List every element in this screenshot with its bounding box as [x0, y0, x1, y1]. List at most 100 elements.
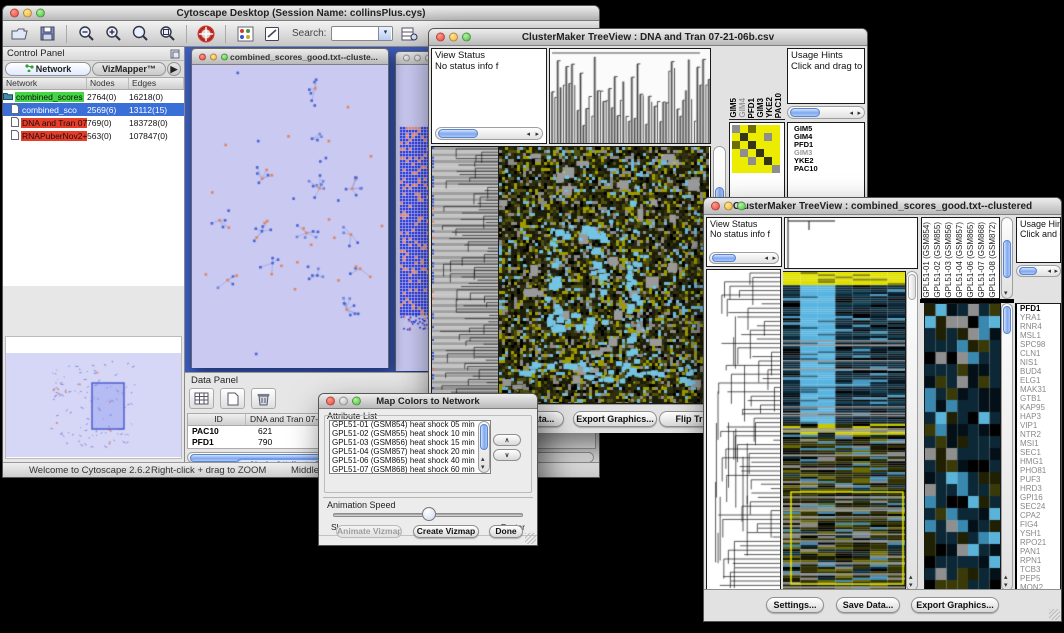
birdseye-view[interactable] [5, 336, 182, 459]
scrollbar-thumb[interactable] [438, 129, 478, 138]
close-button[interactable] [326, 397, 335, 406]
zoom-button[interactable] [462, 33, 471, 42]
matrix-cell[interactable] [748, 165, 756, 173]
scrollbar-thumb[interactable] [908, 274, 916, 300]
matrix-cell[interactable] [756, 157, 764, 165]
treeview-button-settings---[interactable]: Settings... [766, 597, 824, 613]
open-file-button[interactable] [9, 24, 31, 44]
matrix-cell[interactable] [748, 125, 756, 133]
matrix-cell[interactable] [732, 141, 740, 149]
scroll-right-icon[interactable]: ▸ [857, 110, 861, 117]
annotation-button[interactable] [261, 24, 283, 44]
matrix-cell[interactable] [772, 125, 780, 133]
matrix-cell[interactable] [764, 133, 772, 141]
zoom-button[interactable] [221, 53, 228, 60]
network-view-window[interactable]: combined_scores_good.txt--cluste... [191, 48, 389, 368]
scroll-right-icon[interactable]: ▸ [1054, 268, 1058, 275]
scroll-right-icon[interactable]: ▸ [772, 255, 776, 262]
network-name-cell[interactable]: combined_sco [3, 104, 87, 116]
heatmap-global[interactable] [499, 146, 711, 404]
scrollbar-thumb[interactable] [1003, 240, 1011, 278]
network-table-row[interactable]: DNA and Tran 07769(0)183728(0) [3, 116, 184, 129]
matrix-cell[interactable] [764, 157, 772, 165]
scroll-down-icon[interactable]: ▾ [481, 464, 485, 471]
help-button[interactable] [195, 24, 217, 44]
move-up-button[interactable]: ∧ [493, 434, 521, 446]
matrix-cell[interactable] [764, 141, 772, 149]
usage-hints-hscrollbar[interactable]: ◂ ▸ [1016, 265, 1061, 277]
matrix-cell[interactable] [748, 141, 756, 149]
scrollbar-thumb[interactable] [1003, 306, 1011, 334]
matrix-cell[interactable] [740, 157, 748, 165]
zoom-out-button[interactable] [75, 24, 97, 44]
tab-network[interactable]: Network [5, 62, 91, 76]
matrix-cell[interactable] [756, 141, 764, 149]
birdseye-canvas[interactable] [6, 353, 181, 457]
zoom-button[interactable] [36, 9, 45, 18]
scroll-left-icon[interactable]: ◂ [764, 255, 768, 262]
treeview-combined-titlebar[interactable]: ClusterMaker TreeView : combined_scores_… [704, 198, 1061, 215]
node-attributes-button[interactable] [234, 24, 256, 44]
scroll-left-icon[interactable]: ◂ [849, 110, 853, 117]
network-table-row[interactable]: RNAPuberNov2+563(0)107847(0) [3, 129, 184, 142]
scroll-left-icon[interactable]: ◂ [1047, 268, 1051, 275]
zoom-in-button[interactable] [102, 24, 124, 44]
matrix-cell[interactable] [732, 133, 740, 141]
minimize-button[interactable] [449, 33, 458, 42]
done-button[interactable]: Done [489, 525, 523, 538]
usage-hints-hscrollbar[interactable]: ◂ ▸ [787, 106, 865, 119]
matrix-cell[interactable] [740, 149, 748, 157]
view-status-hscrollbar[interactable]: ◂ ▸ [435, 127, 543, 140]
resize-grip[interactable] [525, 533, 536, 544]
move-down-button[interactable]: ∨ [493, 449, 521, 461]
matrix-cell[interactable] [748, 157, 756, 165]
scroll-right-icon[interactable]: ▸ [535, 131, 539, 138]
treeview-button-save-data---[interactable]: Save Data... [836, 597, 900, 613]
treeview-button-export-graphics---[interactable]: Export Graphics... [911, 597, 999, 613]
matrix-cell[interactable] [764, 165, 772, 173]
network-name-cell[interactable]: combined_scores [3, 92, 87, 102]
new-attribute-button[interactable] [220, 388, 245, 409]
matrix-cell[interactable] [748, 133, 756, 141]
view-status-hscrollbar[interactable]: ◂ ▸ [709, 252, 779, 264]
close-button[interactable] [436, 33, 445, 42]
float-panel-button[interactable] [170, 49, 180, 62]
matrix-cell[interactable] [772, 157, 780, 165]
scrollbar-thumb[interactable] [1019, 267, 1037, 275]
speed-slider-thumb[interactable] [422, 507, 436, 521]
minimize-button[interactable] [23, 9, 32, 18]
matrix-cell[interactable] [740, 141, 748, 149]
close-button[interactable] [711, 202, 720, 211]
zoom-selected-button[interactable] [156, 24, 178, 44]
row-dendrogram[interactable] [431, 146, 499, 404]
scroll-down-icon[interactable]: ▾ [1004, 582, 1008, 589]
matrix-cell[interactable] [740, 133, 748, 141]
heatmap-vscrollbar[interactable]: ▴ ▾ [906, 271, 918, 591]
delete-attribute-button[interactable] [251, 388, 276, 409]
search-input[interactable]: ▾ [331, 26, 393, 41]
heatmap-global[interactable] [783, 271, 906, 591]
scroll-up-icon[interactable]: ▴ [1004, 574, 1008, 581]
scrollbar-thumb[interactable] [790, 108, 820, 117]
close-button[interactable] [403, 55, 410, 62]
matrix-cell[interactable] [732, 157, 740, 165]
select-attributes-button[interactable] [189, 388, 214, 409]
matrix-cell[interactable] [748, 149, 756, 157]
column-dendrogram[interactable] [549, 48, 711, 144]
map-colors-titlebar[interactable]: Map Colors to Network [319, 394, 537, 409]
column-dendrogram[interactable] [784, 217, 918, 269]
matrix-cell[interactable] [732, 165, 740, 173]
attribute-list[interactable]: GPL51-01 (GSM854) heat shock 05 minGPL51… [329, 420, 491, 474]
matrix-cell[interactable] [772, 149, 780, 157]
scrollbar-thumb[interactable] [712, 254, 736, 262]
tab-overflow-button[interactable]: ▶ [167, 62, 181, 76]
network-table-header[interactable]: Nodes [87, 78, 129, 89]
zoom-button[interactable] [737, 202, 746, 211]
close-button[interactable] [199, 53, 206, 60]
row-dendrogram[interactable] [706, 269, 781, 591]
label-pane-vscrollbar[interactable]: ▾ [1001, 217, 1013, 299]
data-table-header[interactable]: ID [188, 414, 246, 425]
heatmap-zoom-panel[interactable] [924, 303, 1001, 591]
scroll-up-icon[interactable]: ▴ [481, 456, 485, 463]
treeview-button-export-graphics---[interactable]: Export Graphics... [573, 411, 657, 427]
